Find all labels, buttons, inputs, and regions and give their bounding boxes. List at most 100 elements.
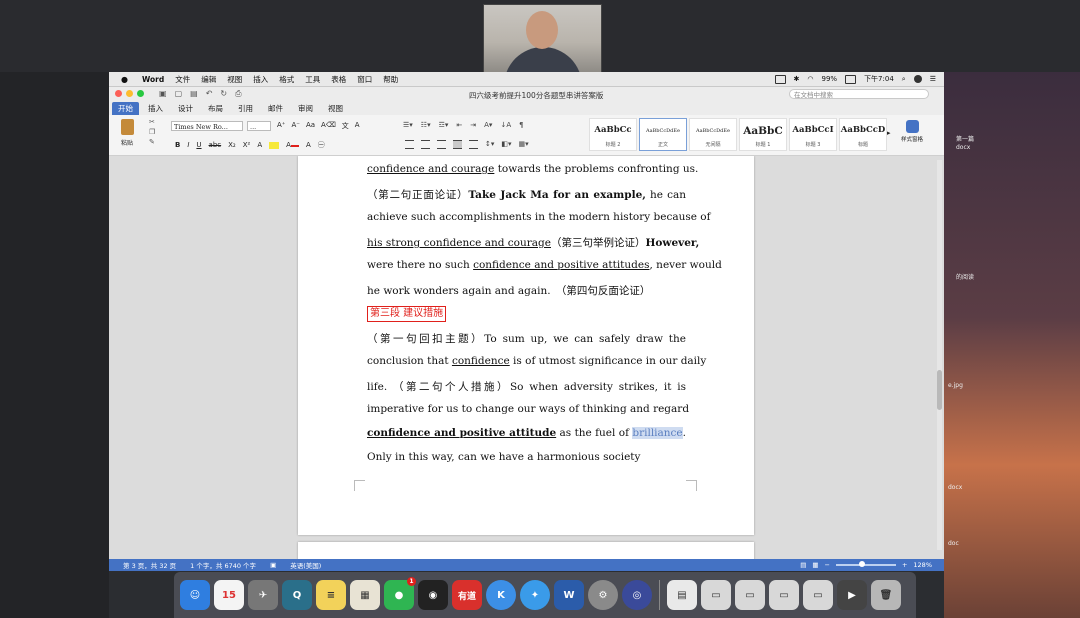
- tab-review[interactable]: 审阅: [292, 103, 319, 114]
- grow-font-icon[interactable]: A⁺: [277, 121, 285, 131]
- show-marks-icon[interactable]: ¶: [519, 121, 523, 129]
- wechat-icon[interactable]: ● 1: [384, 577, 416, 610]
- k-app-icon[interactable]: K: [486, 580, 516, 610]
- menu-tools[interactable]: 工具: [305, 74, 320, 85]
- shrink-font-icon[interactable]: A⁻: [291, 121, 299, 131]
- wifi-icon[interactable]: ◠: [807, 75, 813, 83]
- underline-icon[interactable]: U: [196, 141, 201, 149]
- zoom-out-icon[interactable]: −: [825, 561, 830, 569]
- window-thumbnail-icon[interactable]: ▭: [701, 580, 731, 610]
- multilevel-list-icon[interactable]: ☲▾: [439, 121, 449, 129]
- notes-icon[interactable]: ≡: [316, 580, 346, 610]
- document-canvas[interactable]: confidence and courage towards the probl…: [109, 156, 944, 559]
- language-indicator[interactable]: 英语(美国): [290, 560, 321, 570]
- phonetic-guide-icon[interactable]: 文: [342, 121, 349, 131]
- menu-insert[interactable]: 插入: [253, 74, 268, 85]
- print-layout-icon[interactable]: ▦: [812, 561, 818, 569]
- window-thumbnail-icon[interactable]: ▭: [803, 580, 833, 610]
- window-thumbnail-icon[interactable]: ▭: [735, 580, 765, 610]
- distributed-icon[interactable]: [469, 140, 478, 149]
- tab-home[interactable]: 开始: [112, 102, 139, 115]
- desktop-file-label[interactable]: e.jpg: [948, 382, 963, 389]
- zoom-in-icon[interactable]: +: [902, 561, 907, 569]
- tab-design[interactable]: 设计: [172, 103, 199, 114]
- font-name-select[interactable]: Times New Ro...: [171, 121, 243, 131]
- shading-icon[interactable]: ◧▾: [501, 140, 511, 149]
- align-left-icon[interactable]: [405, 140, 414, 149]
- style-heading-1[interactable]: AaBbC 标题 1: [739, 118, 787, 151]
- superscript-icon[interactable]: X²: [243, 141, 251, 149]
- sidebar-icon[interactable]: ▣: [159, 89, 167, 99]
- obs-icon[interactable]: ◉: [418, 580, 448, 610]
- asian-layout-icon[interactable]: A▾: [484, 121, 492, 129]
- document-thumbnail-icon[interactable]: ▤: [667, 580, 697, 610]
- system-preferences-icon[interactable]: ⚙: [588, 580, 618, 610]
- menu-file[interactable]: 文件: [175, 74, 190, 85]
- word-count[interactable]: 1 个字，共 6740 个字: [190, 560, 256, 570]
- highlight-color-icon[interactable]: [269, 141, 280, 149]
- tab-references[interactable]: 引用: [232, 103, 259, 114]
- trash-icon[interactable]: 🗑: [871, 580, 901, 610]
- menu-help[interactable]: 帮助: [383, 74, 398, 85]
- increase-indent-icon[interactable]: ⇥: [470, 121, 476, 129]
- menu-app-name[interactable]: Word: [142, 75, 164, 84]
- redo-icon[interactable]: ↻: [220, 89, 227, 99]
- view-mode-icon[interactable]: ▤: [800, 561, 806, 569]
- siri-icon[interactable]: [913, 75, 922, 83]
- print-icon[interactable]: ⎙: [235, 89, 241, 99]
- italic-icon[interactable]: I: [187, 141, 189, 149]
- character-border-icon[interactable]: A: [355, 121, 360, 131]
- window-thumbnail-icon[interactable]: ▭: [769, 580, 799, 610]
- launchpad-icon[interactable]: ✈: [248, 580, 278, 610]
- justify-icon[interactable]: [453, 140, 462, 149]
- zoom-slider-knob[interactable]: [858, 561, 865, 567]
- copy-icon[interactable]: ❐: [149, 128, 155, 136]
- airplay-icon[interactable]: [774, 74, 786, 84]
- university-app-icon[interactable]: ◎: [622, 580, 652, 610]
- zoom-slider[interactable]: [835, 561, 896, 567]
- desktop-file-label[interactable]: 的阅读: [956, 272, 974, 281]
- font-color-icon[interactable]: A: [286, 141, 299, 149]
- preview-icon[interactable]: ▦: [350, 580, 380, 610]
- save-icon[interactable]: ▤: [190, 89, 198, 99]
- battery-text[interactable]: 99%: [822, 75, 838, 83]
- character-shading-icon[interactable]: A: [306, 141, 311, 149]
- bluetooth-icon[interactable]: ✱: [794, 75, 800, 83]
- document-search-input[interactable]: 在文档中搜索: [789, 89, 929, 99]
- clear-format-icon[interactable]: A⌫: [321, 121, 336, 131]
- page-count[interactable]: 第 3 页，共 32 页: [123, 560, 176, 570]
- tab-view[interactable]: 视图: [322, 103, 349, 114]
- align-right-icon[interactable]: [437, 140, 446, 149]
- safari-icon[interactable]: ✦: [520, 580, 550, 610]
- calendar-icon[interactable]: 15: [214, 580, 244, 610]
- styles-pane-button[interactable]: 样式窗格: [901, 120, 923, 143]
- word-app-icon[interactable]: W: [554, 580, 584, 610]
- align-center-icon[interactable]: [421, 140, 430, 149]
- proofing-icon[interactable]: ▣: [270, 561, 276, 569]
- desktop-file-label[interactable]: docx: [948, 484, 962, 491]
- line-spacing-icon[interactable]: ↕▾: [485, 140, 494, 149]
- tab-mailings[interactable]: 邮件: [262, 103, 289, 114]
- close-window-button[interactable]: [115, 90, 122, 97]
- cut-icon[interactable]: ✂: [149, 118, 155, 126]
- zoom-level[interactable]: 128%: [913, 561, 932, 569]
- tab-insert[interactable]: 插入: [142, 103, 169, 114]
- minimize-window-button[interactable]: [126, 90, 133, 97]
- style-heading-2[interactable]: AaBbCc 标题 2: [589, 118, 637, 151]
- notification-center-icon[interactable]: ☰: [930, 75, 936, 83]
- vertical-scrollbar[interactable]: [937, 160, 942, 550]
- change-case-icon[interactable]: Aa: [306, 121, 315, 131]
- next-document-page[interactable]: [298, 542, 754, 559]
- menu-format[interactable]: 格式: [279, 74, 294, 85]
- menu-window[interactable]: 窗口: [357, 74, 372, 85]
- clock-text[interactable]: 下午7:04: [864, 74, 894, 84]
- font-size-select[interactable]: ...: [247, 121, 271, 131]
- strikethrough-icon[interactable]: abc: [209, 141, 222, 149]
- undo-icon[interactable]: ↶: [206, 89, 213, 99]
- sort-icon[interactable]: ↓A: [500, 121, 511, 129]
- scrollbar-thumb[interactable]: [937, 370, 942, 410]
- apple-icon[interactable]: ●: [121, 75, 131, 84]
- new-doc-icon[interactable]: ▢: [175, 89, 183, 99]
- spotlight-icon[interactable]: ⌕: [902, 75, 906, 84]
- desktop-file-label[interactable]: docx: [956, 144, 970, 151]
